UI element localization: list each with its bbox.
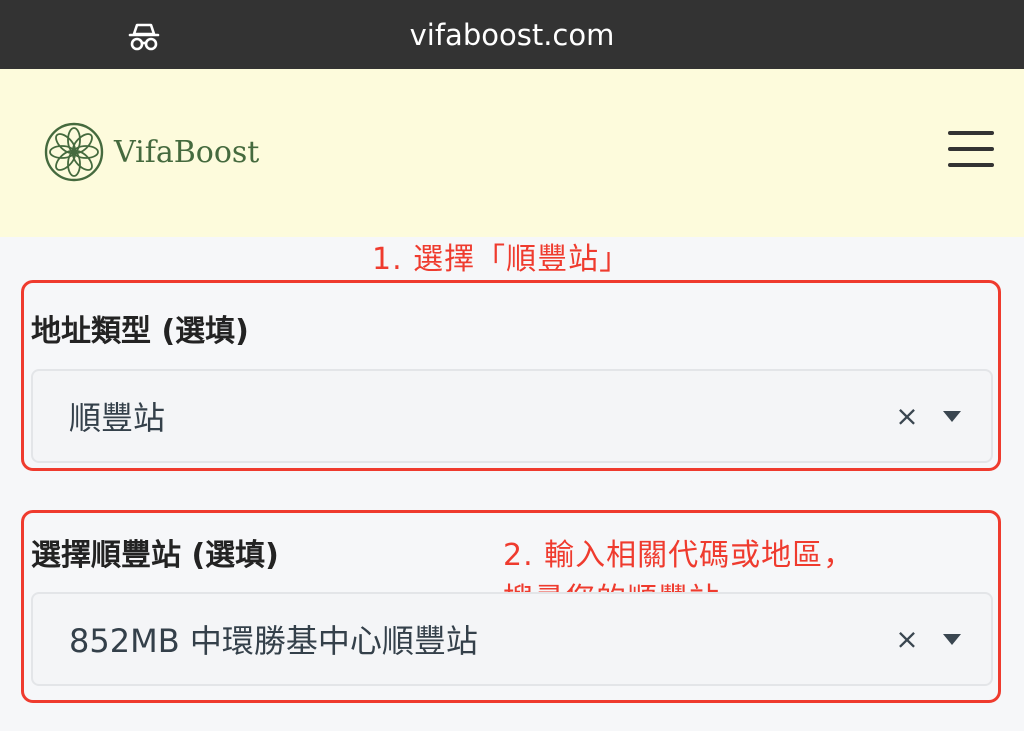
step1-annotation: 1. 選擇「順豐站」 xyxy=(372,242,631,277)
address-type-value: 順豐站 xyxy=(69,399,166,437)
url-text[interactable]: vifaboost.com xyxy=(0,0,1024,69)
sf-station-select[interactable]: 852MB 中環勝基中心順豐站 × xyxy=(31,592,993,686)
address-type-label: 地址類型 (選填) xyxy=(31,314,249,349)
browser-address-bar: vifaboost.com xyxy=(0,0,1024,69)
flower-mandala-logo-icon xyxy=(44,122,104,182)
sf-station-value: 852MB 中環勝基中心順豐站 xyxy=(69,622,478,660)
logo-text: VifaBoost xyxy=(114,134,260,170)
site-logo[interactable]: VifaBoost xyxy=(44,121,274,183)
menu-bar xyxy=(948,147,994,151)
clear-icon[interactable]: × xyxy=(895,623,919,656)
dropdown-arrow-icon[interactable] xyxy=(943,634,961,645)
step2-annotation-line1: 2. 輸入相關代碼或地區， xyxy=(503,538,855,573)
clear-icon[interactable]: × xyxy=(895,400,919,433)
menu-bar xyxy=(948,163,994,167)
address-type-select[interactable]: 順豐站 × xyxy=(31,369,993,463)
hamburger-menu-icon[interactable] xyxy=(948,131,994,171)
menu-bar xyxy=(948,131,994,135)
dropdown-arrow-icon[interactable] xyxy=(943,411,961,422)
sf-station-label: 選擇順豐站 (選填) xyxy=(31,538,279,573)
